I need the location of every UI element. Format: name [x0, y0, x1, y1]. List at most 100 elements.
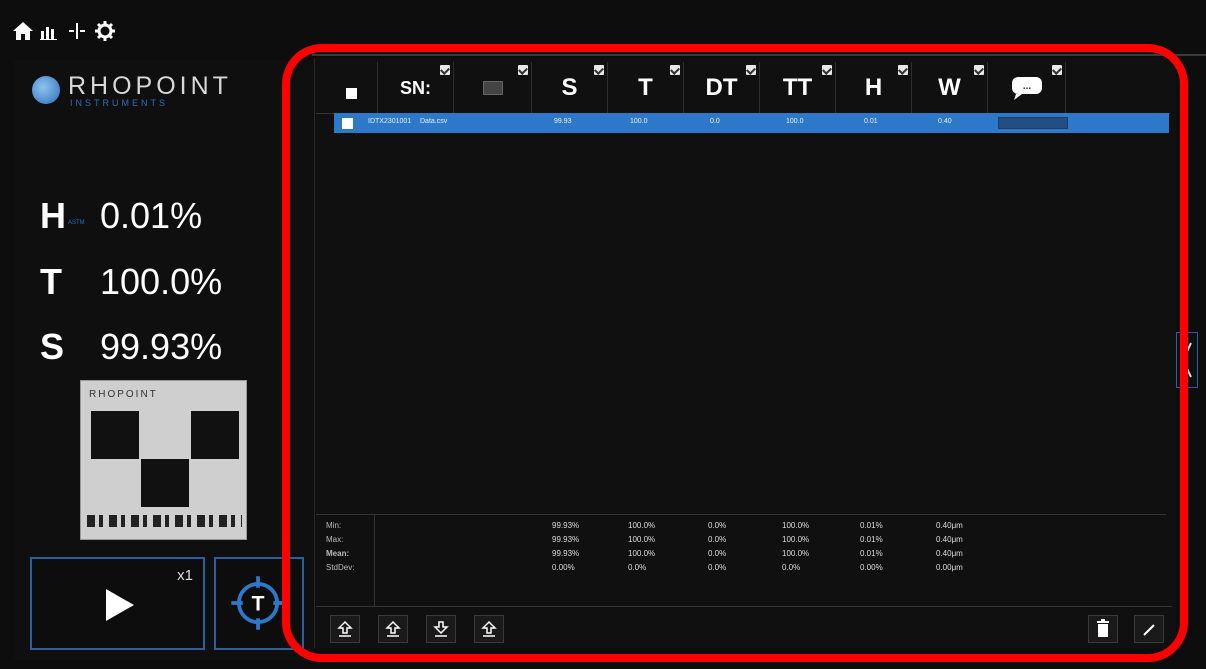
target-icon: T [231, 576, 285, 630]
calibration-standard-image: RHOPOINT [80, 380, 247, 540]
stat-s: 99.93% [552, 549, 580, 558]
stat-h: 0.01% [860, 535, 883, 544]
stat-w: 0.40μm [936, 535, 963, 544]
card-logo: RHOPOINT [89, 389, 158, 400]
stat-w: 0.40μm [936, 549, 963, 558]
gear-icon[interactable] [94, 20, 116, 42]
stat-t: 100.0% [628, 535, 656, 544]
globe-icon [32, 76, 60, 104]
stat-dt: 0.0% [708, 521, 727, 530]
upload-icon [337, 620, 353, 637]
play-icon [106, 589, 134, 621]
column-dt[interactable]: DT [684, 62, 760, 114]
column-label: TT [782, 74, 813, 101]
column-label: SN: [400, 77, 431, 98]
delete-button[interactable] [1088, 615, 1118, 643]
stat-h: 0.00% [860, 563, 883, 572]
brand-sub: INSTRUMENTS [70, 98, 168, 108]
table-row[interactable]: IDTX2301001 Data.csv 99.93 100.0 0.0 100… [334, 113, 1169, 133]
chevron-left-icon [1181, 342, 1192, 378]
cell-sn: IDTX2301001 [368, 118, 412, 125]
table-header: SN: S T DT TT H W ... [316, 62, 1170, 114]
cell-dt: 0.0 [710, 118, 720, 125]
reading-value: 99.93% [100, 326, 223, 367]
reading-value: 100.0% [100, 261, 223, 302]
stat-dt: 0.0% [708, 563, 727, 572]
brand-name: RHOPOINT [68, 72, 232, 100]
download-icon [433, 621, 449, 637]
cell-file: Data.csv [420, 118, 448, 125]
bar-chart-icon[interactable] [38, 20, 60, 42]
stat-label: StdDev: [326, 563, 355, 572]
measure-play-button[interactable]: x1 [30, 557, 205, 650]
edit-icon [1143, 624, 1155, 636]
row-checkbox[interactable] [342, 118, 353, 129]
stat-t: 0.0% [628, 563, 647, 572]
barcode [87, 515, 242, 527]
stat-h: 0.01% [860, 549, 883, 558]
cell-h: 0.01 [864, 118, 878, 125]
stat-s: 99.93% [552, 535, 580, 544]
stat-label: Mean: [326, 549, 350, 558]
stat-w: 0.40μm [936, 521, 963, 530]
cell-tt: 100.0 [786, 118, 804, 125]
reading-letter: H [40, 195, 66, 236]
column-comment[interactable]: ... [988, 62, 1066, 114]
column-label: DT [705, 74, 738, 101]
file-icon [482, 81, 503, 95]
stat-label: Max: [326, 535, 344, 544]
stat-t: 100.0% [628, 521, 656, 530]
home-icon[interactable] [12, 20, 34, 42]
crosshair-icon[interactable] [66, 20, 88, 42]
column-tt[interactable]: TT [760, 62, 836, 114]
stat-dt: 0.0% [708, 535, 727, 544]
stat-tt: 100.0% [782, 549, 810, 558]
export-button-4[interactable] [474, 615, 504, 643]
reading-s: S 99.93% [40, 325, 222, 369]
stat-w: 0.00μm [936, 563, 963, 572]
stat-t: 100.0% [628, 549, 656, 558]
reading-value: 0.01% [100, 195, 203, 236]
cell-w: 0.40 [938, 118, 952, 125]
stat-dt: 0.0% [708, 549, 727, 558]
top-toolbar [0, 0, 1206, 56]
column-label: T [638, 74, 653, 101]
column-label: S [561, 74, 578, 101]
comment-icon: ... [1011, 77, 1042, 100]
cell-t: 100.0 [630, 118, 648, 125]
export-button-3[interactable] [426, 615, 456, 643]
column-s[interactable]: S [532, 62, 608, 114]
column-file[interactable] [454, 62, 532, 114]
svg-text:...: ... [1022, 81, 1031, 92]
cell-s: 99.93 [554, 118, 572, 125]
repeat-count: x1 [177, 567, 193, 584]
more-button[interactable] [1134, 615, 1164, 643]
collapse-panel-tab[interactable] [1176, 332, 1198, 388]
toolbar-divider [312, 54, 1206, 56]
column-label: H [864, 74, 883, 101]
reading-sub: ASTM [68, 220, 85, 226]
select-all-checkbox[interactable] [330, 62, 378, 114]
reading-letter: T [40, 261, 62, 302]
stat-tt: 100.0% [782, 535, 810, 544]
export-button-2[interactable] [378, 615, 408, 643]
upload-icon [385, 620, 401, 637]
column-sn[interactable]: SN: [378, 62, 454, 114]
stat-s: 0.00% [552, 563, 575, 572]
table-footer-toolbar [316, 606, 1172, 648]
export-button-1[interactable] [330, 615, 360, 643]
target-label: T [252, 593, 265, 616]
target-button[interactable]: T [214, 557, 304, 650]
reading-letter: S [40, 326, 65, 367]
upload-icon [481, 620, 497, 637]
column-label: W [938, 74, 961, 101]
stat-tt: 100.0% [782, 521, 810, 530]
column-w[interactable]: W [912, 62, 988, 114]
rhopoint-logo: RHOPOINT INSTRUMENTS [32, 72, 292, 112]
comment-cell[interactable] [998, 117, 1068, 129]
column-t[interactable]: T [608, 62, 684, 114]
stat-label: Min: [326, 521, 342, 530]
trash-icon [1097, 619, 1109, 637]
column-h[interactable]: H [836, 62, 912, 114]
stat-tt: 0.0% [782, 563, 801, 572]
